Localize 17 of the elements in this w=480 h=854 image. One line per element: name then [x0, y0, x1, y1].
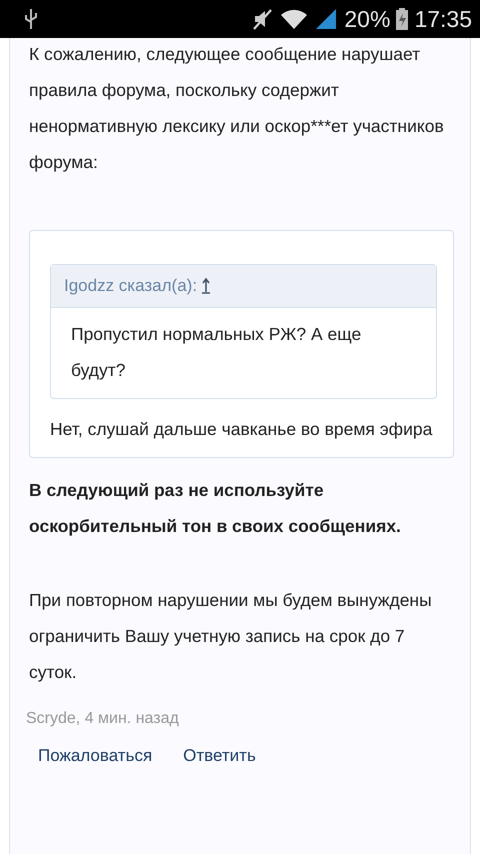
action-link[interactable]: Пожаловаться [38, 746, 152, 766]
quote-author: Igodzz сказал(а): [64, 276, 198, 296]
post-meta: Scryde, 4 мин. назад [26, 709, 180, 729]
warning-text: В следующий раз не используйте оскорбительный тон в своих сообщениях. [29, 479, 402, 538]
quote-text: Пропустил нормальных РЖ? А еще будут? [70, 323, 362, 382]
action-link[interactable]: Ответить [183, 746, 256, 766]
intro-text: К сожалению, следующее сообщение нарушает правила форума, поскольку содержит ненормативную лексику или оскор***ет участников форума: [29, 43, 445, 174]
clock: 17:35 [414, 6, 472, 32]
jump-up-icon[interactable] [201, 277, 212, 295]
battery-icon [396, 8, 408, 30]
signal-icon [314, 8, 338, 30]
mute-icon [252, 8, 274, 30]
wifi-icon [280, 8, 308, 30]
battery-percent: 20% [344, 6, 390, 32]
notice-text: При повторном нарушении мы будем вынуждены ограничить Вашу учетную запись на срок до 7 суток. [29, 589, 433, 684]
usb-icon [24, 8, 38, 30]
post-text: Нет, слушай дальше чавканье во время эфира [50, 418, 434, 441]
